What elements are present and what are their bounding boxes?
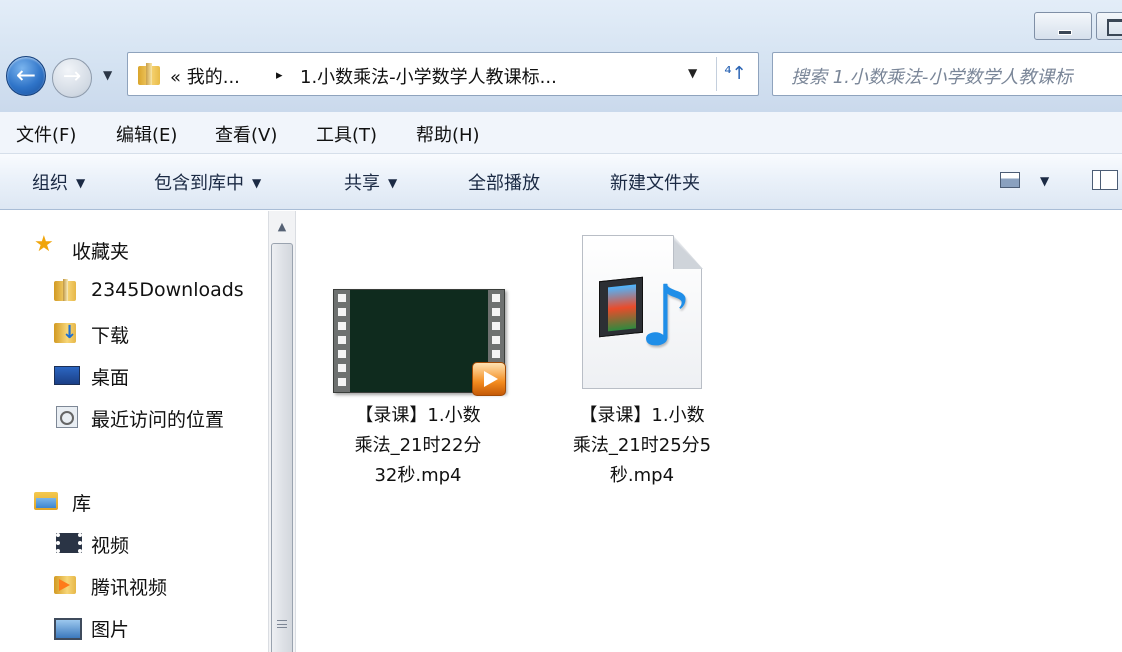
video-library-icon [54, 531, 82, 553]
recent-pages-dropdown[interactable]: ▼ [103, 68, 112, 82]
preview-pane-icon[interactable] [1092, 170, 1118, 190]
file-name-line[interactable]: 秒.mp4 [547, 461, 737, 490]
sidebar-item-label: 腾讯视频 [91, 577, 168, 599]
sidebar-item-downloads[interactable]: 下载 [0, 315, 268, 349]
tencent-video-folder-icon [54, 573, 76, 595]
maximize-button[interactable] [1096, 12, 1122, 40]
include-in-library-label: 包含到库中 [154, 173, 244, 194]
folder-icon [54, 279, 76, 301]
library-icon [34, 489, 58, 511]
back-button[interactable]: ← [6, 56, 46, 96]
sidebar-favorites-label: 收藏夹 [72, 241, 130, 263]
navigation-scrollbar[interactable]: ▲ [268, 211, 296, 652]
file-name-line[interactable]: 32秒.mp4 [323, 461, 513, 490]
sidebar-item-libraries[interactable]: 库 [0, 483, 268, 517]
arrow-right-icon: → [62, 64, 82, 89]
organize-button[interactable]: 组织 ▼ [32, 169, 85, 195]
chevron-down-icon: ▼ [388, 176, 398, 190]
scroll-up-icon[interactable]: ▲ [269, 215, 295, 239]
sidebar-item-recent-places[interactable]: 最近访问的位置 [0, 399, 268, 433]
file-list: 【录课】1.小数 乘法_21时22分 32秒.mp4 ♪ 【录课】1.小数 乘法… [297, 211, 1122, 652]
sidebar-item-videos[interactable]: 视频 [0, 525, 268, 559]
organize-label: 组织 [32, 173, 68, 194]
new-folder-button[interactable]: 新建文件夹 [610, 169, 700, 195]
view-options-icon[interactable] [1000, 172, 1020, 188]
title-bar: ← → ▼ « 我的... ▸ 1.小数乘法-小学数学人教课标... ▼ ⁴↑ … [0, 0, 1122, 112]
breadcrumb-parent[interactable]: « 我的... [170, 63, 240, 89]
sidebar-item-2345downloads[interactable]: 2345Downloads [0, 273, 268, 307]
share-button[interactable]: 共享 ▼ [344, 169, 397, 195]
chevron-down-icon: ▼ [76, 176, 86, 190]
download-folder-icon [54, 321, 77, 343]
play-all-button[interactable]: 全部播放 [468, 169, 540, 195]
grip-icon [277, 620, 287, 628]
command-bar: 组织 ▼ 包含到库中 ▼ 共享 ▼ 全部播放 新建文件夹 ▼ [0, 154, 1122, 210]
include-in-library-button[interactable]: 包含到库中 ▼ [154, 169, 261, 195]
chevron-down-icon: ▼ [252, 176, 262, 190]
recent-places-icon [54, 405, 78, 428]
breadcrumb-current[interactable]: 1.小数乘法-小学数学人教课标... [300, 63, 557, 89]
minimize-button[interactable] [1034, 12, 1092, 40]
forward-button[interactable]: → [52, 58, 92, 98]
share-label: 共享 [344, 173, 380, 194]
sidebar-item-label: 桌面 [91, 367, 130, 389]
search-input[interactable]: 搜索 1.小数乘法-小学数学人教课标 [772, 52, 1122, 96]
view-options-dropdown[interactable]: ▼ [1040, 174, 1049, 188]
pictures-library-icon [54, 615, 82, 640]
refresh-button[interactable]: ⁴↑ [716, 57, 754, 91]
star-icon: ★ [34, 232, 54, 257]
sidebar-libraries-label: 库 [72, 493, 92, 515]
file-name-line[interactable]: 【录课】1.小数 [547, 401, 737, 430]
sidebar-item-label: 下载 [91, 325, 130, 347]
menu-view[interactable]: 查看(V) [215, 121, 277, 147]
file-name-line[interactable]: 乘法_21时25分5 [547, 431, 737, 460]
sidebar-item-pictures[interactable]: 图片 [0, 609, 268, 643]
file-name-line[interactable]: 乘法_21时22分 [323, 431, 513, 460]
sidebar-item-tencent-video[interactable]: 腾讯视频 [0, 567, 268, 601]
menu-help[interactable]: 帮助(H) [416, 121, 480, 147]
sidebar-item-favorites[interactable]: ★ 收藏夹 [0, 231, 268, 265]
refresh-icon: ⁴↑ [724, 63, 747, 84]
navigation-pane: ★ 收藏夹 2345Downloads 下载 桌面 最近访问的位置 库 视频 腾… [0, 211, 268, 652]
menu-edit[interactable]: 编辑(E) [116, 121, 177, 147]
page-fold-icon [673, 235, 703, 269]
folder-icon [138, 63, 160, 85]
sidebar-item-label: 2345Downloads [91, 279, 244, 301]
address-dropdown[interactable]: ▼ [688, 66, 697, 80]
video-thumbnail-icon[interactable] [333, 289, 506, 396]
arrow-left-icon: ← [15, 61, 37, 89]
music-note-icon: ♪ [639, 267, 693, 365]
scrollbar-thumb[interactable] [271, 243, 293, 652]
player-badge-icon [472, 362, 506, 396]
menu-tools[interactable]: 工具(T) [316, 121, 377, 147]
film-frame-icon [599, 276, 643, 338]
menu-bar: 文件(F) 编辑(E) 查看(V) 工具(T) 帮助(H) [0, 112, 1122, 154]
address-bar[interactable]: « 我的... ▸ 1.小数乘法-小学数学人教课标... ▼ ⁴↑ [127, 52, 759, 96]
sidebar-item-label: 视频 [91, 535, 130, 557]
film-strip-icon [334, 290, 350, 392]
menu-file[interactable]: 文件(F) [16, 121, 76, 147]
desktop-icon [54, 363, 80, 385]
sidebar-item-label: 图片 [91, 619, 130, 641]
video-frame [350, 290, 488, 392]
file-name-line[interactable]: 【录课】1.小数 [323, 401, 513, 430]
breadcrumb-separator-icon[interactable]: ▸ [276, 68, 283, 83]
sidebar-item-label: 最近访问的位置 [91, 409, 225, 431]
sidebar-item-desktop[interactable]: 桌面 [0, 357, 268, 391]
